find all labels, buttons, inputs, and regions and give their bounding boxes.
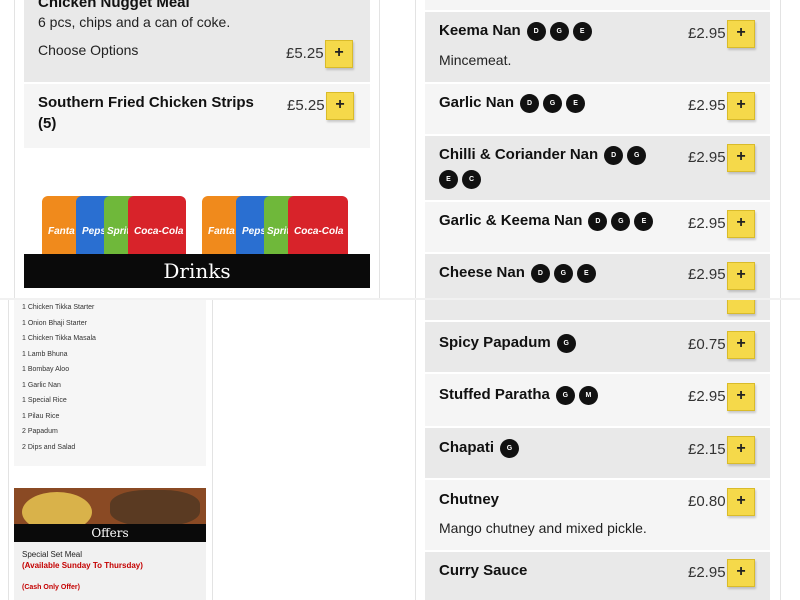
- egg-allergen-icon: E: [439, 170, 458, 189]
- dairy-allergen-icon: D: [526, 21, 546, 41]
- dairy-allergen-icon: D: [530, 263, 550, 283]
- drinks-category-banner[interactable]: Fanta Pepsi Sprite Coca-Cola Fanta Pepsi…: [24, 160, 370, 288]
- menu-item-garlic-nan: Garlic Nan D G E £2.95 +: [425, 84, 770, 134]
- item-name: Cheese Nan D G E: [439, 262, 596, 283]
- item-price: £2.95: [688, 149, 726, 166]
- item-name: Chilli & Coriander Nan D G: [439, 144, 647, 165]
- offer-availability: (Available Sunday To Thursday): [22, 561, 143, 570]
- menu-item-chicken-strips: Southern Fried Chicken Strips (5) £5.25 …: [24, 84, 370, 148]
- gluten-allergen-icon: G: [556, 333, 576, 353]
- menu-item-chicken-nugget-meal: Chicken Nugget Meal 6 pcs, chips and a c…: [24, 0, 370, 82]
- item-description: 6 pcs, chips and a can of coke.: [38, 14, 231, 30]
- item-name: Garlic Nan D G E: [439, 92, 586, 113]
- item-name: Stuffed Paratha G M: [439, 384, 598, 405]
- item-name: Curry Sauce: [439, 562, 528, 579]
- celery-allergen-icon: C: [462, 170, 481, 189]
- add-to-cart-button[interactable]: +: [727, 436, 755, 464]
- choose-options-link[interactable]: Choose Options: [38, 42, 138, 58]
- egg-allergen-icon: E: [634, 211, 654, 231]
- gluten-allergen-icon: G: [543, 93, 563, 113]
- item-price: £5.25: [287, 97, 325, 114]
- curry-dish-image: [110, 490, 200, 526]
- add-to-cart-button[interactable]: +: [727, 92, 755, 120]
- item-name: Chicken Nugget Meal: [38, 0, 190, 11]
- offer-payment-note: (Cash Only Offer): [22, 584, 80, 591]
- menu-item-chilli-coriander-nan: Chilli & Coriander Nan D G EC £2.95 +: [425, 136, 770, 200]
- menu-item-stuffed-paratha: Stuffed Paratha G M £2.95 +: [425, 374, 770, 426]
- gluten-allergen-icon: G: [553, 263, 573, 283]
- menu-item-garlic-keema-nan: Garlic & Keema Nan D G E £2.95 +: [425, 202, 770, 252]
- menu-item-cheese-nan: Cheese Nan D G E £2.95 +: [425, 254, 770, 298]
- item-price: £2.95: [688, 97, 726, 114]
- item-price: £2.15: [688, 441, 726, 458]
- item-name: Keema Nan D G E: [439, 20, 592, 41]
- item-name: Chutney: [439, 491, 499, 508]
- add-to-cart-button[interactable]: +: [325, 40, 353, 68]
- menu-item-chutney: Chutney Mango chutney and mixed pickle. …: [425, 480, 770, 550]
- offers-description: Special Set Meal (Available Sunday To Th…: [14, 542, 206, 600]
- add-to-cart-button[interactable]: +: [727, 331, 755, 359]
- item-description: Mincemeat.: [439, 52, 512, 68]
- menu-item-partial: [425, 300, 770, 320]
- item-price: £2.95: [688, 266, 726, 283]
- add-to-cart-button[interactable]: +: [326, 92, 354, 120]
- dairy-allergen-icon: D: [520, 93, 540, 113]
- item-name: Chapati G: [439, 437, 520, 458]
- gluten-allergen-icon: G: [500, 438, 520, 458]
- add-to-cart-button[interactable]: +: [727, 20, 755, 48]
- add-to-cart-button[interactable]: +: [727, 262, 755, 290]
- item-name: Southern Fried Chicken Strips: [38, 94, 254, 111]
- allergen-badges-row: EC: [439, 170, 485, 189]
- menu-item-spicy-papadum: Spicy Papadum G £0.75 +: [425, 322, 770, 372]
- add-to-cart-button[interactable]: +: [727, 144, 755, 172]
- egg-allergen-icon: E: [576, 263, 596, 283]
- gluten-allergen-icon: G: [555, 385, 575, 405]
- item-price: £2.95: [688, 564, 726, 581]
- add-to-cart-button[interactable]: [727, 300, 755, 314]
- item-price: £0.75: [688, 336, 726, 353]
- menu-item-curry-sauce: Curry Sauce £2.95 +: [425, 552, 770, 600]
- item-price: £2.95: [688, 215, 726, 232]
- list-item: 1 Chicken Tikka Starter: [22, 304, 95, 311]
- item-description: Mango chutney and mixed pickle.: [439, 520, 647, 536]
- item-price: £2.95: [688, 25, 726, 42]
- item-name: Spicy Papadum G: [439, 332, 576, 353]
- list-item: 1 Lamb Bhuna: [22, 350, 68, 358]
- item-price: £5.25: [286, 45, 324, 62]
- list-item: 1 Special Rice: [22, 397, 67, 404]
- list-item: 2 Papadum: [22, 428, 58, 435]
- item-name-line2: (5): [38, 115, 57, 132]
- list-item: 1 Chicken Tikka Masala: [22, 335, 96, 342]
- egg-allergen-icon: E: [566, 93, 586, 113]
- add-to-cart-button[interactable]: +: [727, 559, 755, 587]
- list-item: 1 Onion Bhaji Starter: [22, 319, 87, 327]
- egg-allergen-icon: E: [572, 21, 592, 41]
- list-item: 1 Garlic Nan: [22, 381, 61, 389]
- gluten-allergen-icon: G: [627, 145, 647, 165]
- menu-item-chapati: Chapati G £2.15 +: [425, 428, 770, 478]
- gluten-allergen-icon: G: [611, 211, 631, 231]
- item-price: £2.95: [688, 388, 726, 405]
- offer-name: Special Set Meal: [22, 550, 83, 559]
- add-to-cart-button[interactable]: +: [727, 210, 755, 238]
- list-item: 2 Dips and Salad: [22, 443, 76, 451]
- list-item: 1 Bombay Aloo: [22, 366, 70, 373]
- menu-item-partial: [425, 0, 770, 10]
- add-to-cart-button[interactable]: +: [727, 488, 755, 516]
- gluten-allergen-icon: G: [549, 21, 569, 41]
- list-item: 1 Pilau Rice: [22, 412, 60, 420]
- item-name: Garlic & Keema Nan D G E: [439, 210, 654, 231]
- add-to-cart-button[interactable]: +: [727, 383, 755, 411]
- milk-allergen-icon: M: [578, 385, 598, 405]
- set-meal-list: 1 Chicken Tikka Starter 1 Onion Bhaji St…: [14, 300, 206, 466]
- dairy-allergen-icon: D: [604, 145, 624, 165]
- offers-category-banner[interactable]: Offers: [14, 488, 206, 542]
- dairy-allergen-icon: D: [588, 211, 608, 231]
- offers-title: Offers: [14, 524, 206, 542]
- drinks-title: Drinks: [24, 254, 370, 288]
- menu-item-keema-nan: Keema Nan D G E Mincemeat. £2.95 +: [425, 12, 770, 82]
- item-price: £0.80: [688, 493, 726, 510]
